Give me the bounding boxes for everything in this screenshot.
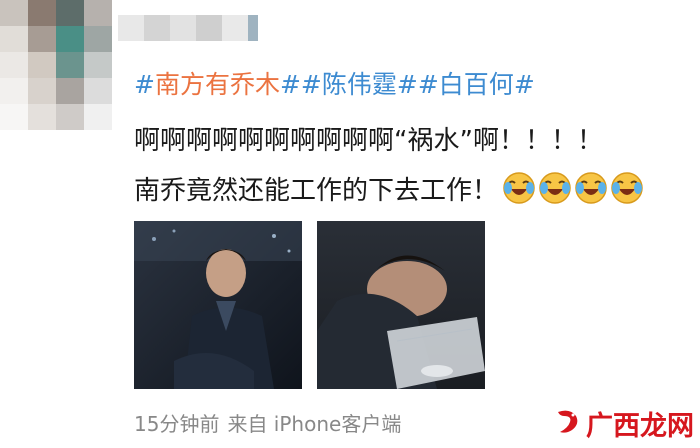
avatar-pixel xyxy=(56,0,84,26)
hash-mark: # xyxy=(396,70,418,99)
username-pixel xyxy=(144,15,170,41)
post-text-line-2-content: 南乔竟然还能工作的下去工作！ xyxy=(134,175,499,206)
username-blurred[interactable] xyxy=(118,8,278,48)
avatar-pixel xyxy=(28,0,56,26)
avatar-pixel xyxy=(28,52,56,78)
topic-text: 陈伟霆 xyxy=(321,70,397,99)
laugh-cry-icon xyxy=(503,172,535,204)
avatar-pixel xyxy=(28,104,56,130)
post-time: 15分钟前 xyxy=(134,411,220,436)
post-photo-2[interactable] xyxy=(317,221,485,389)
hash-mark: # xyxy=(513,70,535,99)
topic-text: 白百何 xyxy=(438,70,514,99)
topic-nanfangyouqiaomu[interactable]: #南方有乔木# xyxy=(134,65,301,101)
avatar-pixel xyxy=(84,26,112,52)
username-pixel xyxy=(196,15,222,41)
avatar-pixel xyxy=(56,78,84,104)
watermark-text: 广西龙网 xyxy=(586,410,694,442)
avatar-pixel xyxy=(56,26,84,52)
hash-mark: # xyxy=(417,70,439,99)
topic-tags: #南方有乔木# #陈伟霆# #白百何# xyxy=(134,64,535,102)
username-pixel xyxy=(222,15,248,41)
photo-man-in-suit xyxy=(134,221,302,389)
topic-text: 南方有乔木 xyxy=(154,70,280,99)
site-watermark: 广西龙网 xyxy=(550,404,694,442)
photo-man-sleeping xyxy=(317,221,485,389)
post-text-line-2: 南乔竟然还能工作的下去工作！ xyxy=(134,167,644,209)
avatar-pixel xyxy=(0,26,28,52)
hash-mark: # xyxy=(279,70,301,99)
avatar-pixel xyxy=(0,78,28,104)
avatar-pixel xyxy=(28,26,56,52)
avatar-pixel xyxy=(56,104,84,130)
topic-chenweiting[interactable]: #陈伟霆# xyxy=(301,65,418,101)
emoji-row xyxy=(502,171,644,205)
post-source[interactable]: 来自 iPhone客户端 xyxy=(227,408,401,437)
avatar-pixel xyxy=(0,0,28,26)
laugh-cry-icon xyxy=(539,172,571,204)
avatar-pixel xyxy=(84,0,112,26)
topic-baibaihe[interactable]: #白百何# xyxy=(418,65,535,101)
username-pixel xyxy=(248,15,258,41)
avatar-pixel xyxy=(56,52,84,78)
username-pixel xyxy=(170,15,196,41)
dragon-logo-icon xyxy=(558,410,578,433)
post-text-line-1: 啊啊啊啊啊啊啊啊啊啊“祸水”啊！！！！ xyxy=(134,125,603,156)
post-footer: 15分钟前 来自 iPhone客户端 xyxy=(134,406,401,438)
avatar-pixel xyxy=(84,78,112,104)
hash-mark: # xyxy=(300,70,322,99)
post-photo-1[interactable] xyxy=(134,221,302,389)
laugh-cry-icon xyxy=(611,172,643,204)
avatar[interactable] xyxy=(0,0,112,130)
avatar-pixel xyxy=(0,52,28,78)
laugh-cry-icon xyxy=(575,172,607,204)
hash-mark: # xyxy=(134,70,155,99)
avatar-pixel xyxy=(84,52,112,78)
avatar-pixel xyxy=(0,104,28,130)
avatar-pixel xyxy=(84,104,112,130)
avatar-pixel xyxy=(28,78,56,104)
username-pixel xyxy=(118,15,144,41)
